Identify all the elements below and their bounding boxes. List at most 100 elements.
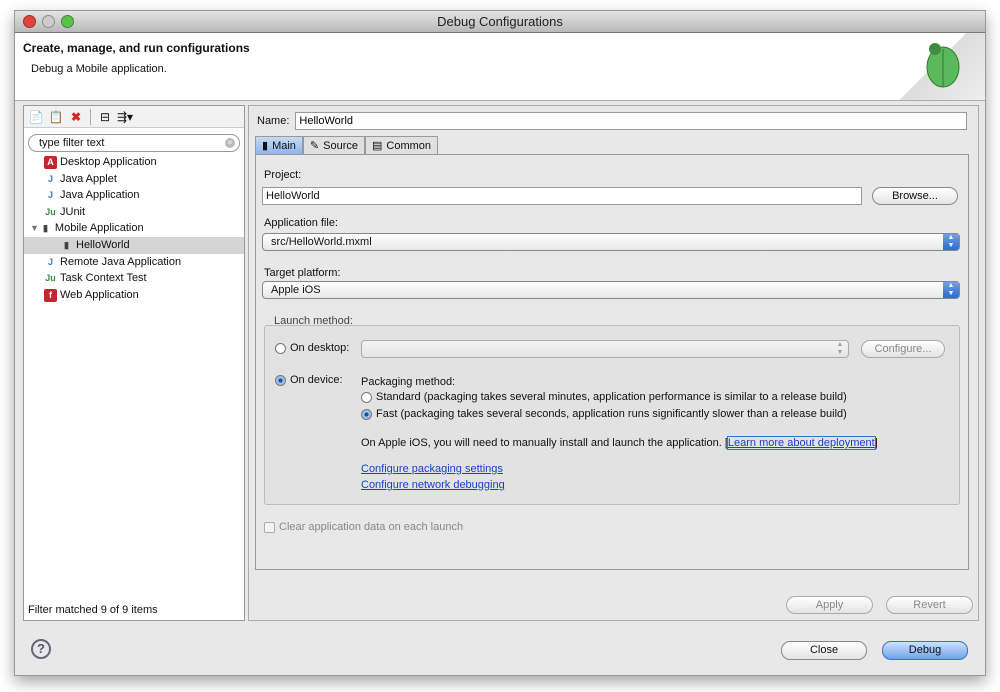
tree-item-label: Task Context Test: [60, 272, 147, 285]
on-desktop-label: On desktop:: [290, 342, 350, 354]
title-bar: Debug Configurations: [15, 11, 985, 33]
config-tree: A Desktop Application J Java Applet J Java Ap…: [24, 154, 244, 303]
tab-common[interactable]: ▤ Common: [364, 136, 439, 154]
tree-item[interactable]: ▼ ▮ Mobile Application: [24, 220, 244, 237]
tree-item-label: HelloWorld: [76, 238, 130, 251]
remote-java-icon: J: [47, 256, 53, 267]
select-arrows-icon: ▲ ▼: [943, 234, 959, 250]
mobile-icon: ▮: [262, 140, 269, 152]
ios-note-text: On Apple iOS, you will need to manually …: [361, 437, 722, 449]
configure-network-link[interactable]: Configure network debugging: [361, 479, 505, 491]
tree-item-label: Java Application: [60, 189, 140, 202]
desktop-app-icon: A: [44, 155, 57, 169]
tree-item-label: Desktop Application: [60, 156, 157, 168]
revert-button[interactable]: Revert: [886, 596, 973, 614]
config-editor: Name: ▮Main ✎Source ▤Common Project: Hel…: [248, 105, 979, 621]
clear-filter-icon[interactable]: ×: [225, 138, 235, 148]
debug-button[interactable]: Debug: [882, 641, 968, 660]
appfile-label: Application file:: [264, 217, 338, 229]
on-device-radio[interactable]: On device:: [275, 374, 343, 386]
radio-selected-icon: [361, 408, 372, 420]
tree-item[interactable]: J Remote Java Application: [24, 254, 244, 271]
on-desktop-radio[interactable]: On desktop:: [275, 342, 349, 354]
fast-radio[interactable]: Fast (packaging takes several seconds, a…: [361, 408, 847, 420]
learn-more-link[interactable]: Learn more about deployment: [726, 436, 876, 450]
checkbox-icon: [264, 521, 275, 533]
tab-source[interactable]: ✎ Source: [302, 136, 365, 154]
web-app-icon: f: [44, 288, 57, 302]
filter-placeholder: type filter text: [39, 137, 105, 149]
tree-item-label: Java Applet: [60, 172, 117, 185]
platform-select[interactable]: Apple iOS ▲ ▼: [262, 281, 960, 299]
project-input[interactable]: HelloWorld: [262, 187, 862, 205]
tree-item-label: Remote Java Application: [60, 255, 182, 268]
name-input[interactable]: [295, 112, 968, 130]
minimize-window-button[interactable]: [42, 15, 55, 28]
name-label: Name:: [257, 115, 290, 127]
close-window-button[interactable]: [23, 15, 36, 28]
tab-common-label: Common: [386, 139, 432, 152]
project-label: Project:: [264, 169, 302, 181]
launch-method-group: On desktop: ▲ ▼ Configure... On device: P…: [264, 325, 960, 505]
select-arrows-icon: ▲ ▼: [836, 341, 844, 356]
clear-data-checkbox[interactable]: Clear application data on each launch: [264, 521, 463, 533]
banner-title: Create, manage, and run configurations: [23, 41, 250, 55]
mobile-app-icon: ▮: [42, 223, 48, 234]
ios-note: On Apple iOS, you will need to manually …: [361, 436, 878, 450]
filter-input[interactable]: type filter text ×: [28, 134, 240, 152]
tab-main-label: Main: [272, 139, 296, 152]
banner-subtitle: Debug a Mobile application.: [31, 63, 167, 75]
window-title: Debug Configurations: [437, 14, 563, 29]
radio-icon: [275, 342, 286, 354]
common-icon: ▤: [371, 140, 383, 152]
filter-icon[interactable]: ⇶▾: [117, 109, 133, 125]
tab-main[interactable]: ▮ Main: [255, 136, 303, 154]
new-config-icon[interactable]: 📄: [28, 109, 44, 125]
tree-item[interactable]: f Web Application: [24, 287, 244, 304]
select-arrows-icon: ▲ ▼: [943, 282, 959, 298]
browse-button[interactable]: Browse...: [872, 187, 958, 205]
debug-configurations-window: Debug Configurations Create, manage, and…: [14, 10, 986, 676]
collapse-all-icon[interactable]: ⊟: [97, 109, 113, 125]
configure-button[interactable]: Configure...: [861, 340, 945, 358]
apply-button[interactable]: Apply: [786, 596, 873, 614]
standard-label: Standard (packaging takes several minute…: [376, 391, 847, 403]
help-icon[interactable]: ?: [31, 639, 51, 659]
close-button[interactable]: Close: [781, 641, 867, 660]
config-tree-panel: 📄 📋 ✖ ⊟ ⇶▾ type filter text × A Desktop A…: [23, 105, 245, 621]
appfile-value: src/HelloWorld.mxml: [271, 236, 372, 248]
radio-selected-icon: [275, 374, 286, 386]
fast-label: Fast (packaging takes several seconds, a…: [376, 408, 847, 420]
task-context-icon: Ju: [45, 273, 56, 284]
tree-item[interactable]: Ju JUnit: [24, 204, 244, 221]
header-banner: Create, manage, and run configurations D…: [15, 33, 985, 101]
delete-icon[interactable]: ✖: [68, 109, 84, 125]
tree-item[interactable]: J Java Application: [24, 187, 244, 204]
tree-item[interactable]: ▮ HelloWorld: [24, 236, 244, 254]
tab-bar: ▮ Main ✎ Source ▤ Common: [255, 136, 439, 154]
tree-item[interactable]: Ju Task Context Test: [24, 270, 244, 287]
zoom-window-button[interactable]: [61, 15, 74, 28]
expand-arrow-icon[interactable]: ▼: [30, 220, 39, 237]
java-applet-icon: J: [47, 173, 53, 184]
appfile-select[interactable]: src/HelloWorld.mxml ▲ ▼: [262, 233, 960, 251]
configure-packaging-link[interactable]: Configure packaging settings: [361, 463, 503, 475]
standard-radio[interactable]: Standard (packaging takes several minute…: [361, 391, 847, 403]
duplicate-icon[interactable]: 📋: [48, 109, 64, 125]
tree-toolbar: 📄 📋 ✖ ⊟ ⇶▾: [24, 106, 244, 128]
tree-item-label: Mobile Application: [54, 222, 144, 235]
on-device-label: On device:: [290, 374, 343, 386]
clear-data-label: Clear application data on each launch: [279, 521, 464, 533]
main-tab-panel: Project: HelloWorld Browse... Applicatio…: [255, 154, 969, 570]
mobile-config-icon: ▮: [64, 239, 69, 250]
tree-item-label: JUnit: [60, 205, 86, 218]
source-icon: ✎: [309, 140, 320, 152]
desktop-select[interactable]: ▲ ▼: [361, 340, 849, 358]
bug-logo-icon: [895, 33, 985, 100]
tree-item[interactable]: J Java Applet: [24, 171, 244, 188]
tree-item[interactable]: A Desktop Application: [24, 154, 244, 171]
platform-label: Target platform:: [264, 267, 341, 279]
packaging-label: Packaging method:: [361, 376, 456, 388]
tab-source-label: Source: [323, 139, 358, 152]
platform-value: Apple iOS: [271, 284, 321, 296]
